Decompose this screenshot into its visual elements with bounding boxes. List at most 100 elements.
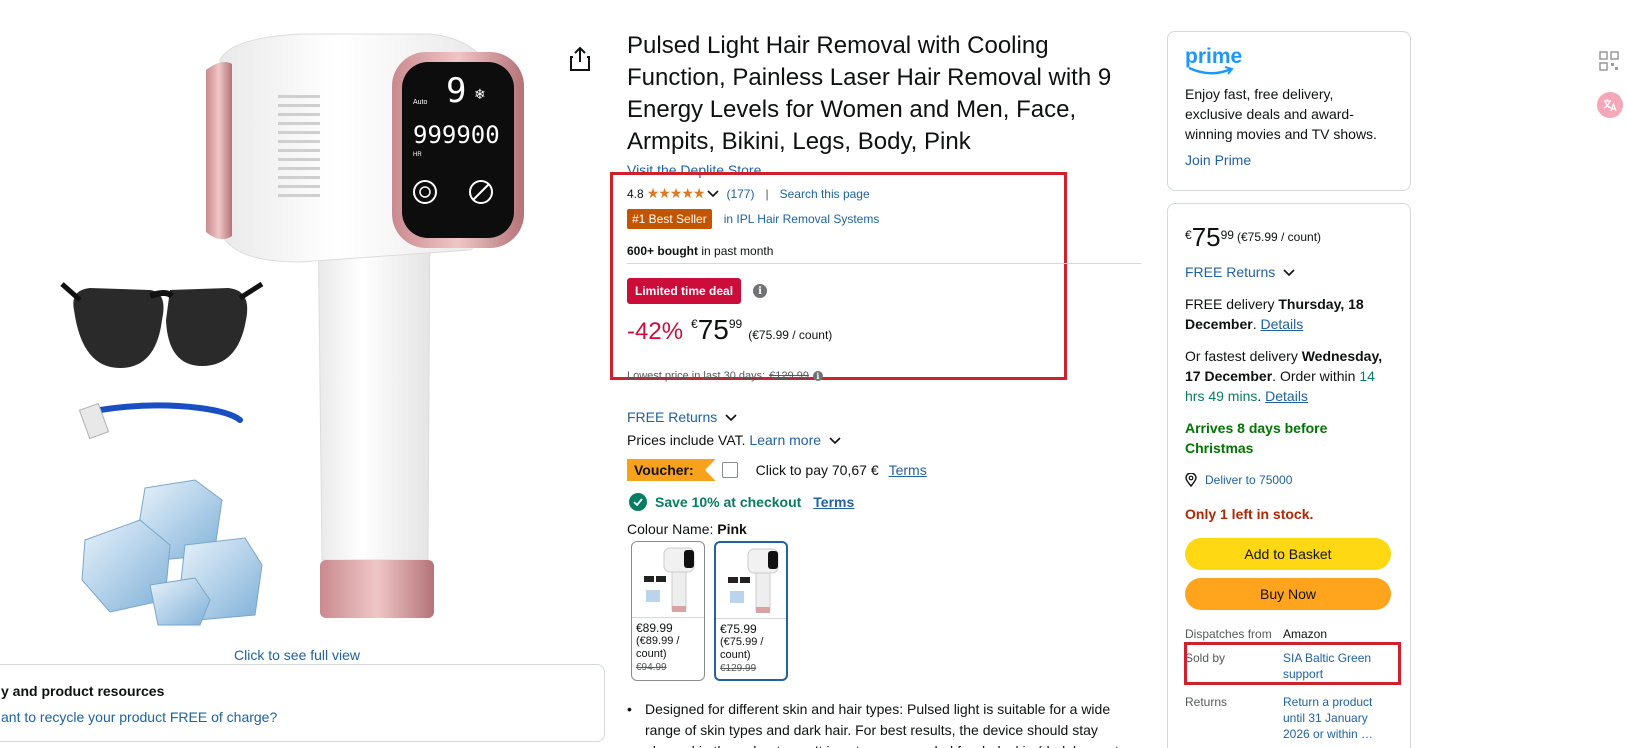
annotation-box-price [610, 172, 1067, 380]
bought-count: 600+ bought [627, 244, 699, 258]
product-details: Pulsed Light Hair Removal with Cooling F… [610, 30, 1143, 748]
voucher-click-text[interactable]: Click to pay 70,67 € [756, 462, 879, 478]
free-returns-link[interactable]: FREE Returns [627, 409, 737, 425]
colour-value: Pink [717, 521, 747, 537]
price-fraction: 99 [1220, 228, 1234, 242]
swatch-price: €89.99 [636, 621, 673, 635]
ice-cubes-image [81, 479, 263, 626]
delivery-info: FREE delivery Thursday, 18 December. Det… [1185, 296, 1364, 332]
voucher-terms-link[interactable]: Terms [889, 462, 927, 478]
device-level-display: 9 [446, 71, 466, 111]
product-title: Pulsed Light Hair Removal with Cooling F… [627, 32, 1112, 155]
swatch-old-price: €94.99 [636, 662, 667, 673]
sunglasses-image [60, 281, 264, 368]
location-pin-icon [1185, 473, 1197, 487]
rating-count-link[interactable]: (177) [726, 187, 754, 201]
info-icon[interactable]: i [812, 371, 823, 381]
deliver-to-link[interactable]: Deliver to 75000 [1185, 470, 1393, 490]
currency-symbol: € [691, 317, 698, 331]
add-to-basket-button[interactable]: Add to Basket [1185, 538, 1391, 570]
swatch-unit: (€75.99 / count) [720, 636, 764, 661]
unit-price: (€75.99 / count) [748, 328, 833, 342]
share-icon[interactable] [568, 46, 592, 72]
lowest-price-value: €129.99 [769, 370, 809, 382]
feature-bullet: Designed for different skin and hair typ… [627, 699, 1137, 748]
price-fraction: 99 [728, 317, 743, 331]
returns-row: Returns Return a product until 31 Januar… [1185, 694, 1393, 742]
returns-link[interactable]: Return a product until 31 January 2026 o… [1283, 694, 1389, 742]
rating-row: 4.8 ★★★★★ (177) | Search this page [627, 185, 870, 202]
fast-order: . Order within [1272, 368, 1360, 384]
bought-suffix: in past month [698, 244, 774, 258]
buy-now-button[interactable]: Buy Now [1185, 578, 1391, 610]
product-main-image[interactable]: 9 Auto ❄ 999900 HR [0, 0, 600, 650]
full-view-link[interactable]: Click to see full view [234, 647, 360, 663]
chevron-down-icon [1283, 269, 1295, 277]
currency-symbol: € [1185, 228, 1192, 242]
returns-label: Returns [1185, 695, 1228, 709]
info-icon[interactable]: i [753, 284, 768, 298]
learn-more-link[interactable]: Learn more [749, 432, 821, 448]
prime-text: Enjoy fast, free delivery, exclusive dea… [1185, 86, 1377, 142]
free-returns-label: FREE Returns [1185, 264, 1276, 280]
search-page-link[interactable]: Search this page [780, 187, 870, 201]
fastest-delivery-info: Or fastest delivery Wednesday, 17 Decemb… [1185, 348, 1383, 404]
swatch-option-1[interactable]: €89.99 (€89.99 / count) €94.99 [631, 541, 705, 681]
prime-logo-text: prime [1185, 45, 1243, 68]
swatch-unit: (€89.99 / count) [636, 635, 680, 660]
check-circle-icon [629, 493, 647, 511]
save-row: Save 10% at checkout Terms [629, 493, 854, 511]
dispatches-value: Amazon [1283, 627, 1328, 641]
bought-past-month: 600+ bought in past month [627, 244, 773, 258]
prime-logo: prime [1185, 46, 1393, 78]
delivery-prefix: FREE delivery [1185, 296, 1279, 312]
swatch-option-2[interactable]: €75.99 (€75.99 / count) €129.99 [714, 541, 788, 681]
discount-percent: -42% [627, 318, 684, 345]
price-row: -42% € 75 99 (€75.99 / count) [627, 314, 832, 346]
qr-code-icon[interactable] [1598, 50, 1620, 72]
buy-box-price: € 75 99 (€75.99 / count) [1185, 222, 1393, 252]
vat-text: Prices include VAT. [627, 432, 750, 448]
voucher-row: Voucher: Click to pay 70,67 € Terms [627, 459, 927, 481]
product-image-gallery: 9 Auto ❄ 999900 HR Click to see full vie… [0, 0, 605, 748]
best-seller-badge[interactable]: #1 Best Seller [627, 209, 712, 229]
recycle-link[interactable]: ant to recycle your product FREE of char… [1, 709, 604, 725]
vat-row: Prices include VAT. Learn more [627, 432, 841, 448]
delivery-details-link[interactable]: Details [1260, 316, 1303, 332]
fast-prefix: Or fastest delivery [1185, 348, 1302, 364]
price-whole: 75 [697, 314, 729, 345]
resources-title: y and product resources [1, 683, 165, 699]
chevron-down-icon [725, 414, 737, 422]
rating-value: 4.8 [627, 186, 644, 201]
save-terms-link[interactable]: Terms [813, 494, 854, 510]
best-seller-category-link[interactable]: in IPL Hair Removal Systems [724, 212, 880, 226]
swatch-old-price: €129.99 [720, 663, 757, 674]
device-auto-label: Auto [413, 99, 428, 106]
arrives-before-christmas: Arrives 8 days before Christmas [1185, 420, 1328, 456]
divider [627, 263, 1141, 264]
svg-text:❄: ❄ [474, 86, 486, 102]
limited-deal-badge: Limited time deal [627, 278, 742, 304]
dispatches-row: Dispatches from Amazon [1185, 626, 1393, 642]
swatch-thumbnail [716, 543, 786, 619]
voucher-badge: Voucher: [627, 459, 716, 481]
star-rating-icon[interactable]: ★★★★★ [647, 185, 706, 202]
product-resources-box: y and product resources ant to recycle y… [0, 664, 605, 742]
chevron-down-icon[interactable] [829, 437, 841, 445]
prime-box: prime Enjoy fast, free delivery, exclusi… [1167, 31, 1411, 191]
fast-details-link[interactable]: Details [1265, 388, 1308, 404]
separator: | [765, 186, 769, 201]
swatch-price: €75.99 [720, 622, 757, 636]
price-whole: 75 [1191, 222, 1221, 252]
colour-swatches: €89.99 (€89.99 / count) €94.99 €75.99 (€… [631, 541, 788, 681]
colour-name-row: Colour Name: Pink [627, 521, 747, 537]
join-prime-link[interactable]: Join Prime [1185, 152, 1393, 168]
chevron-down-icon[interactable] [707, 187, 720, 201]
voucher-checkbox[interactable] [721, 462, 738, 478]
dispatches-label: Dispatches from [1185, 627, 1272, 641]
translate-icon[interactable] [1597, 92, 1623, 118]
lowest-price-row: Lowest price in last 30 days: €129.99 i [627, 370, 823, 382]
device-hr-label: HR [413, 152, 422, 158]
free-returns-link[interactable]: FREE Returns [1185, 262, 1393, 282]
razor-image [78, 402, 243, 440]
